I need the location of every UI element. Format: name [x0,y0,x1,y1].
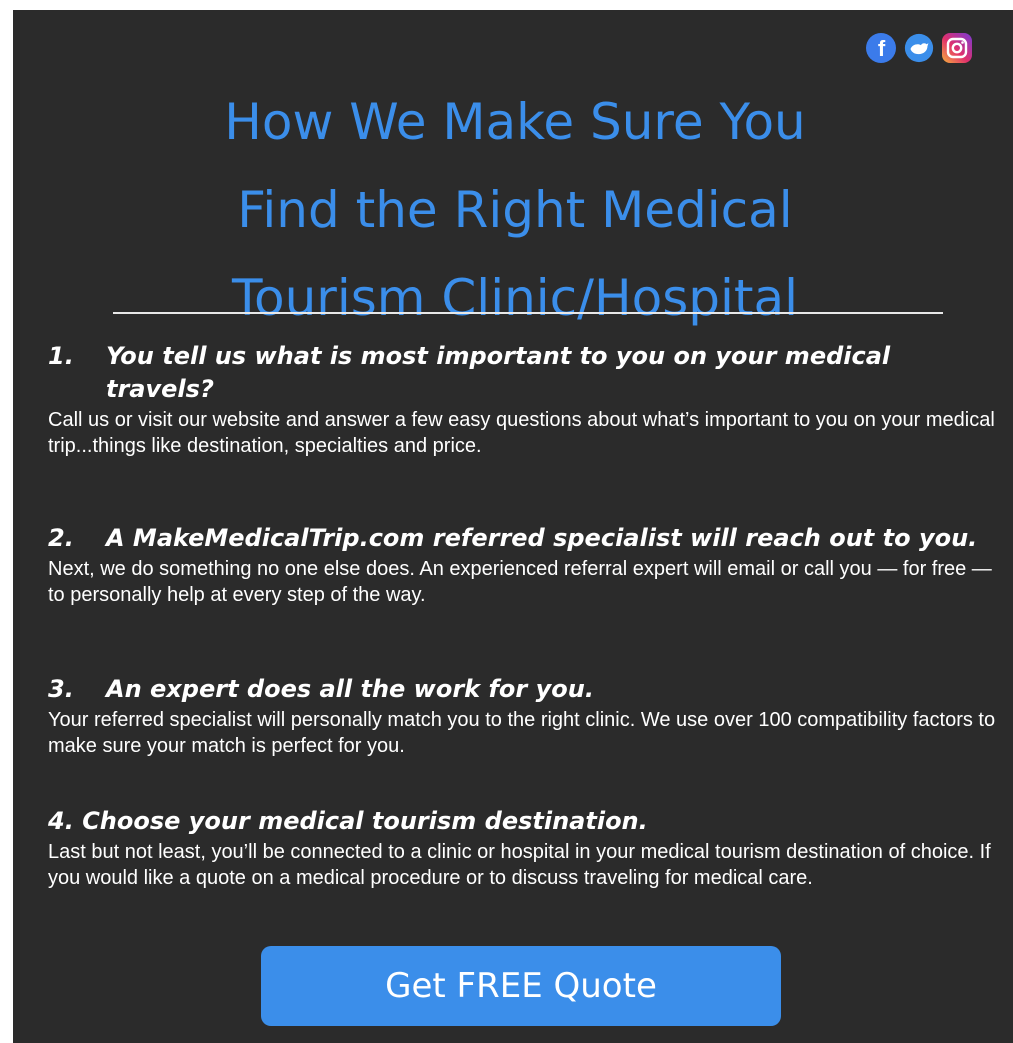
step-title: Choose your medical tourism destination. [82,807,648,835]
step-heading: 4. Choose your medical tourism destinati… [48,805,998,838]
svg-text:f: f [878,36,886,61]
twitter-icon[interactable] [903,32,935,64]
step-number: 2. [48,524,74,552]
step-title: An expert does all the work for you. [106,675,594,703]
step-description: Next, we do something no one else does. … [48,558,992,606]
title-line-1: How We Make Sure You [224,93,806,151]
title-line-2: Find the Right Medical [237,181,793,239]
step-3: 3. An expert does all the work for you. … [48,673,998,759]
step-1: 1. You tell us what is most important to… [48,340,998,459]
instagram-icon[interactable] [941,32,973,64]
step-description: Call us or visit our website and answer … [48,409,995,457]
facebook-icon[interactable]: f [865,32,897,64]
step-2: 2. A MakeMedicalTrip.com referred specia… [48,522,998,608]
step-number: 1. [48,342,74,370]
social-links: f [865,32,973,64]
get-free-quote-button[interactable]: Get FREE Quote [261,946,781,1026]
step-title: You tell us what is most important to yo… [106,342,891,403]
title-line-3: Tourism Clinic/Hospital [231,269,799,327]
step-description: Last but not least, you’ll be connected … [48,841,991,889]
step-number: 3. [48,675,74,703]
content-panel: f How We Make Sure You Find the Right Me… [13,10,1013,1043]
step-4: 4. Choose your medical tourism destinati… [48,805,998,891]
title-underline [113,312,943,314]
step-description: Your referred specialist will personally… [48,709,996,757]
step-title: A MakeMedicalTrip.com referred specialis… [106,524,978,552]
step-heading: 3. An expert does all the work for you. [48,673,998,706]
step-heading: 1. You tell us what is most important to… [48,340,998,406]
step-heading: 2. A MakeMedicalTrip.com referred specia… [48,522,998,555]
step-number: 4. [48,807,74,835]
page-title: How We Make Sure You Find the Right Medi… [13,78,1013,342]
